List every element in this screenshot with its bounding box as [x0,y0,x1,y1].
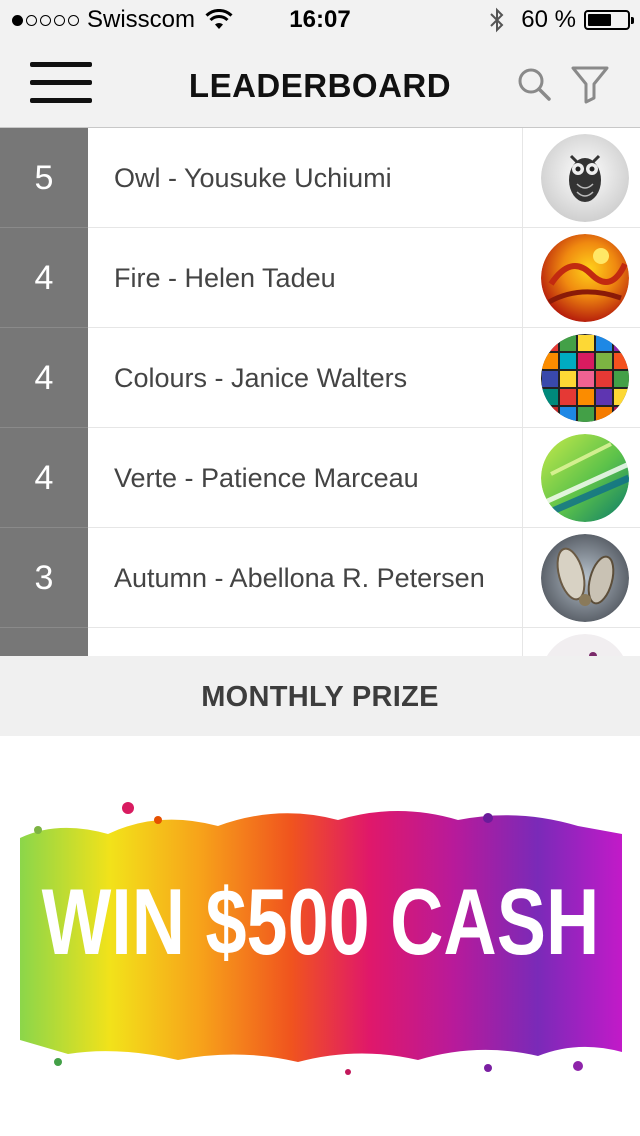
leaderboard-row[interactable]: 3 Autumn - Abellona R. Petersen [0,528,640,628]
partial-artwork-thumbnail[interactable] [541,634,629,656]
paint-splash-banner-image: WIN $500 CASH [20,802,622,1075]
battery-percentage: 60 % [521,6,576,33]
status-bar: Swisscom 16:07 60 % [0,0,640,40]
rank-score [0,628,88,656]
rank-score: 4 [0,428,88,528]
leaderboard-row[interactable]: 4 Verte - Patience Marceau [0,428,640,528]
fire-artwork-thumbnail[interactable] [541,234,629,322]
colours-artwork-thumbnail[interactable] [541,334,629,422]
rank-score: 3 [0,528,88,628]
rank-score: 5 [0,128,88,228]
leaderboard-row[interactable]: 5 Owl - Yousuke Uchiumi [0,128,640,228]
artwork-title: Colours - Janice Walters [114,363,408,393]
search-icon[interactable] [516,66,552,102]
artwork-title: Verte - Patience Marceau [114,463,419,493]
status-bar-right: 60 % [489,6,634,34]
filter-icon[interactable] [570,64,610,104]
app-header: LEADERBOARD [0,40,640,128]
rank-score: 4 [0,328,88,428]
artwork-title: Fire - Helen Tadeu [114,263,336,293]
banner-text: WIN $500 CASH [42,870,600,974]
thumbnail-cell [522,228,640,328]
battery-icon [584,10,634,30]
autumn-artwork-thumbnail[interactable] [541,534,629,622]
monthly-prize-heading: MONTHLY PRIZE [0,656,640,736]
thumbnail-cell [522,328,640,428]
rank-score: 4 [0,228,88,328]
thumbnail-cell [522,428,640,528]
thumbnail-cell [522,528,640,628]
battery-level [588,14,611,26]
thumbnail-cell [522,128,640,228]
bluetooth-icon [490,7,504,33]
leaderboard-row[interactable]: 4 Colours - Janice Walters [0,328,640,428]
prize-banner[interactable]: WIN $500 CASH [18,790,624,1080]
leaderboard-list[interactable]: 5 Owl - Yousuke Uchiumi 4 Fire - Helen T… [0,128,640,656]
artwork-title: Autumn - Abellona R. Petersen [114,563,485,593]
leaderboard-row[interactable]: 4 Fire - Helen Tadeu [0,228,640,328]
leaderboard-row[interactable] [0,628,640,656]
artwork-title: Owl - Yousuke Uchiumi [114,163,392,193]
verte-artwork-thumbnail[interactable] [541,434,629,522]
owl-artwork-thumbnail[interactable] [541,134,629,222]
thumbnail-cell [522,628,640,656]
